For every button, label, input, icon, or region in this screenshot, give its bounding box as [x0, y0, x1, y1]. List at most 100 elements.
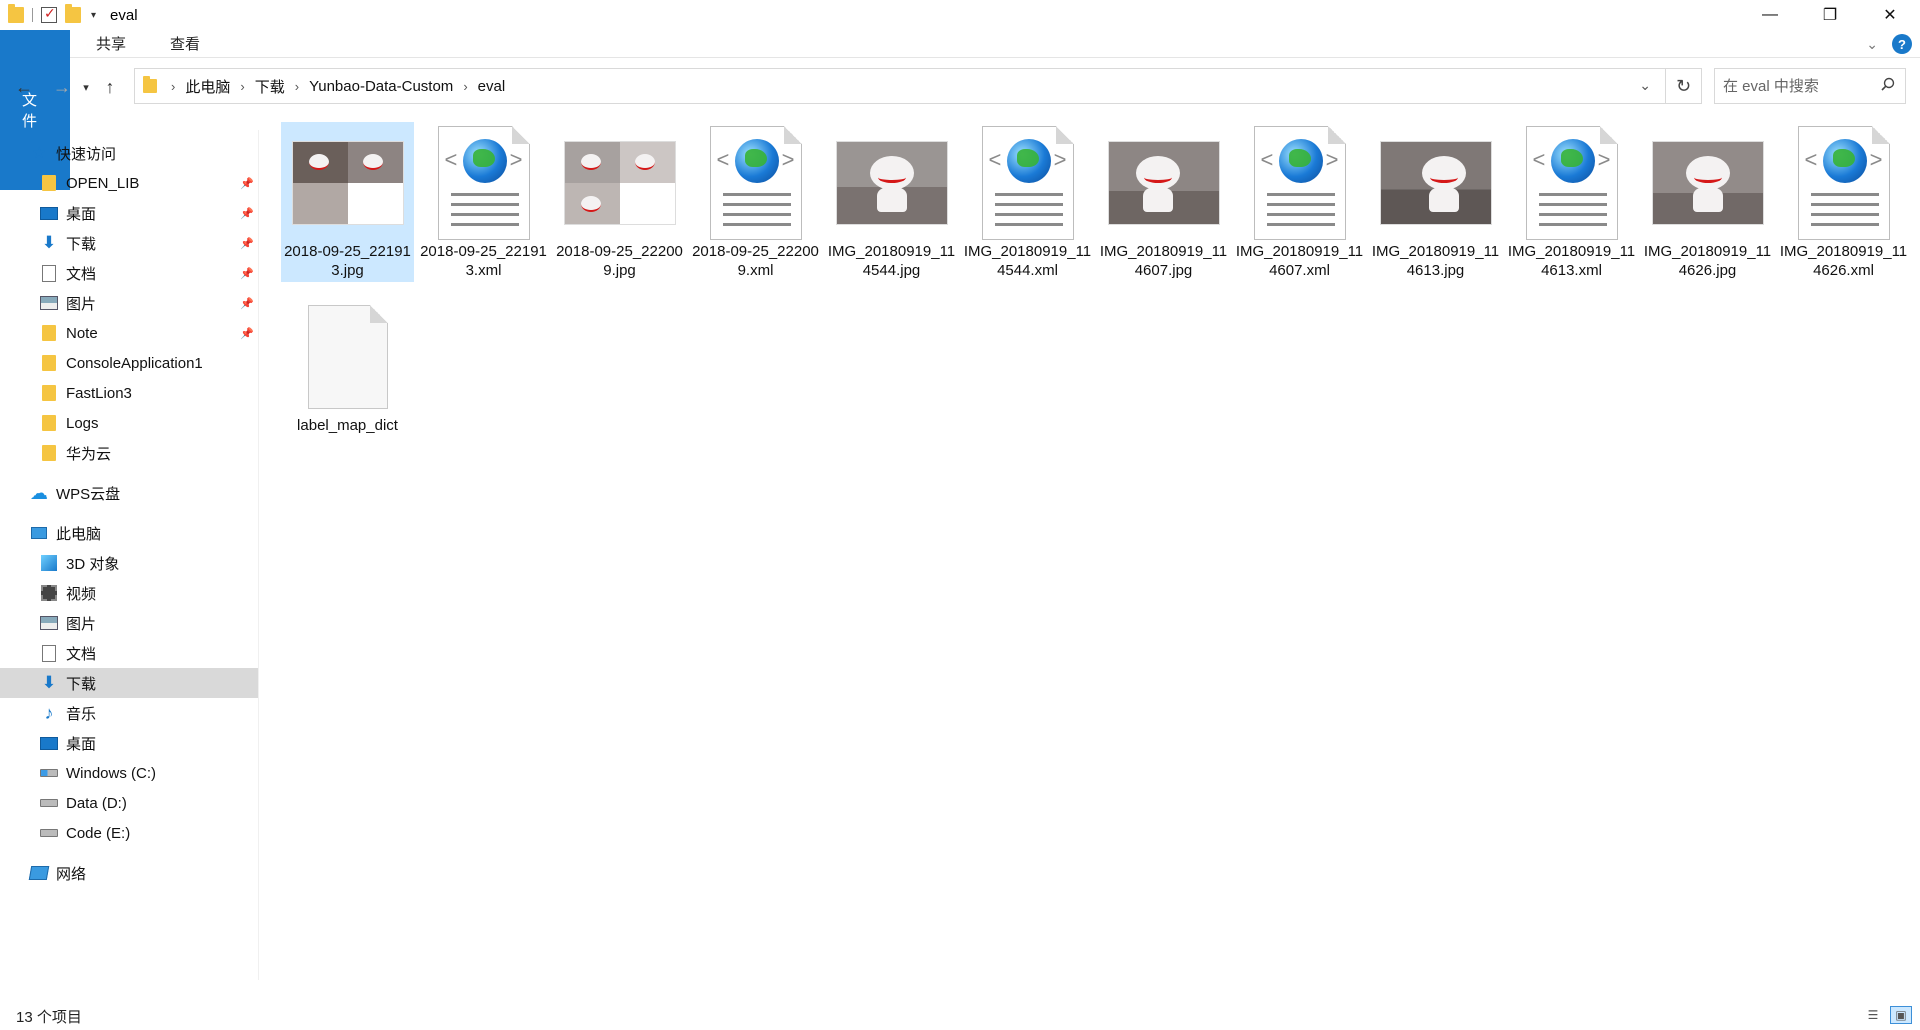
file-item[interactable]: < > 2018-09-25_221913.xml [417, 122, 550, 282]
refresh-icon[interactable]: ↻ [1665, 69, 1701, 103]
file-item[interactable]: IMG_20180919_114607.jpg [1097, 122, 1230, 282]
window-title: eval [110, 6, 138, 24]
details-view-icon[interactable]: ☰ [1862, 1006, 1884, 1024]
sidebar-item-this-pc[interactable]: 此电脑 [0, 518, 258, 548]
sidebar-item-drive-d[interactable]: Data (D:) [0, 788, 258, 818]
file-item[interactable]: IMG_20180919_114613.jpg [1369, 122, 1502, 282]
sidebar-item-label: 文档 [66, 645, 97, 663]
file-name: IMG_20180919_114613.jpg [1371, 243, 1500, 279]
music-icon: ♪ [44, 702, 54, 723]
file-name: IMG_20180919_114607.xml [1235, 243, 1364, 279]
sidebar-item-consoleapplication1[interactable]: ConsoleApplication1 [0, 348, 258, 378]
sidebar-item-label: FastLion3 [66, 384, 132, 402]
sidebar-item-logs[interactable]: Logs [0, 408, 258, 438]
tab-view[interactable]: 查看 [148, 30, 222, 57]
quick-access-toolbar: ▾ [0, 0, 102, 30]
picture-icon [40, 294, 58, 312]
sidebar-item-label: 此电脑 [56, 525, 102, 543]
file-item[interactable]: label_map_dict [281, 296, 414, 436]
breadcrumb-chevron-icon[interactable]: › [289, 79, 305, 94]
expand-ribbon-chevron-icon[interactable]: ⌄ [1866, 36, 1878, 53]
search-icon [1881, 77, 1895, 91]
maximize-button[interactable]: ❐ [1800, 0, 1860, 30]
sidebar-item-label: Note [66, 324, 98, 342]
sidebar-item-3d-objects[interactable]: 3D 对象 [0, 548, 258, 578]
close-button[interactable]: ✕ [1860, 0, 1920, 30]
breadcrumb-this-pc[interactable]: 此电脑 [181, 76, 234, 97]
image-thumbnail [289, 126, 407, 240]
file-name: 2018-09-25_222009.jpg [556, 243, 683, 279]
sidebar-item-drive-e[interactable]: Code (E:) [0, 818, 258, 848]
file-item[interactable]: 2018-09-25_222009.jpg [553, 122, 686, 282]
recent-locations-chevron-icon[interactable]: ▾ [76, 81, 96, 94]
file-item[interactable]: < > IMG_20180919_114544.xml [961, 122, 1094, 282]
sidebar-item-pc-downloads[interactable]: ⬇ 下载 [0, 668, 258, 698]
pin-icon: 📌 [240, 327, 254, 340]
breadcrumb-chevron-icon[interactable]: › [234, 79, 250, 94]
navigation-bar: ← → ▾ ↑ › 此电脑 › 下载 › Yunbao-Data-Custom … [0, 66, 1920, 108]
file-item[interactable]: IMG_20180919_114544.jpg [825, 122, 958, 282]
large-icons-view-icon[interactable]: ▣ [1890, 1006, 1912, 1024]
up-arrow-icon[interactable]: ↑ [96, 77, 124, 98]
xml-file-icon: < > [1785, 126, 1903, 240]
sidebar-item-pc-desktop[interactable]: 桌面 [0, 728, 258, 758]
breadcrumb-downloads[interactable]: 下载 [251, 76, 289, 97]
file-name: IMG_20180919_114544.xml [963, 243, 1092, 279]
file-item[interactable]: < > IMG_20180919_114613.xml [1505, 122, 1638, 282]
sidebar-item-pc-documents[interactable]: 文档 [0, 638, 258, 668]
properties-icon[interactable] [41, 5, 57, 23]
help-icon[interactable]: ? [1892, 34, 1912, 54]
picture-icon [40, 614, 58, 632]
sidebar-item-label: 图片 [66, 615, 97, 633]
sidebar-item-quick-access[interactable]: ★ 快速访问 [0, 138, 258, 168]
file-item[interactable]: IMG_20180919_114626.jpg [1641, 122, 1774, 282]
minimize-button[interactable]: — [1740, 0, 1800, 30]
sidebar-item-huawei-cloud[interactable]: 华为云 [0, 438, 258, 468]
address-bar[interactable]: › 此电脑 › 下载 › Yunbao-Data-Custom › eval ⌄… [134, 68, 1702, 104]
breadcrumb-eval[interactable]: eval [474, 78, 510, 95]
sidebar-item-note[interactable]: Note 📌 [0, 318, 258, 348]
folder-icon [40, 354, 58, 372]
sidebar-item-label: 图片 [66, 295, 97, 313]
pin-icon: 📌 [240, 207, 254, 220]
sidebar-item-label: OPEN_LIB [66, 174, 140, 192]
breadcrumb-chevron-icon[interactable]: › [165, 79, 181, 94]
window-controls: — ❐ ✕ [1740, 0, 1920, 30]
sidebar-item-videos[interactable]: 视频 [0, 578, 258, 608]
pane-divider[interactable] [258, 130, 259, 980]
sidebar-item-documents[interactable]: 文档 📌 [0, 258, 258, 288]
file-item[interactable]: < > 2018-09-25_222009.xml [689, 122, 822, 282]
customize-toolbar-chevron-icon[interactable]: ▾ [91, 10, 96, 21]
sidebar-item-fastlion3[interactable]: FastLion3 [0, 378, 258, 408]
back-arrow-icon[interactable]: ← [10, 77, 38, 98]
sidebar-item-pc-pictures[interactable]: 图片 [0, 608, 258, 638]
download-icon: ⬇ [41, 233, 57, 252]
search-box[interactable] [1714, 68, 1906, 104]
sidebar-item-label: 音乐 [66, 705, 97, 723]
file-item[interactable]: < > IMG_20180919_114626.xml [1777, 122, 1910, 282]
tab-share[interactable]: 共享 [74, 30, 148, 57]
sidebar-item-open-lib[interactable]: OPEN_LIB 📌 [0, 168, 258, 198]
address-history-chevron-icon[interactable]: ⌄ [1639, 77, 1651, 94]
new-folder-icon[interactable] [65, 4, 81, 23]
sidebar-item-desktop[interactable]: 桌面 📌 [0, 198, 258, 228]
sidebar-item-wps-cloud[interactable]: ☁ WPS云盘 [0, 478, 258, 508]
xml-file-icon: < > [1241, 126, 1359, 240]
search-input[interactable] [1723, 77, 1873, 95]
forward-arrow-icon[interactable]: → [48, 77, 76, 98]
sidebar-item-downloads[interactable]: ⬇ 下载 📌 [0, 228, 258, 258]
file-item[interactable]: < > IMG_20180919_114607.xml [1233, 122, 1366, 282]
file-item[interactable]: 2018-09-25_221913.jpg [281, 122, 414, 282]
windows-drive-icon [40, 764, 58, 782]
folder-icon [40, 384, 58, 402]
blank-file-icon [289, 300, 407, 414]
file-list: 2018-09-25_221913.jpg < > 2018-09-25_2219… [272, 120, 1912, 980]
sidebar-item-music[interactable]: ♪ 音乐 [0, 698, 258, 728]
sidebar-item-drive-c[interactable]: Windows (C:) [0, 758, 258, 788]
sidebar-item-pictures[interactable]: 图片 📌 [0, 288, 258, 318]
breadcrumb-chevron-icon[interactable]: › [457, 79, 473, 94]
breadcrumb-yunbao-data-custom[interactable]: Yunbao-Data-Custom [305, 78, 457, 95]
image-thumbnail [1649, 126, 1767, 240]
sidebar-item-network[interactable]: 网络 [0, 858, 258, 888]
file-name: IMG_20180919_114613.xml [1507, 243, 1636, 279]
